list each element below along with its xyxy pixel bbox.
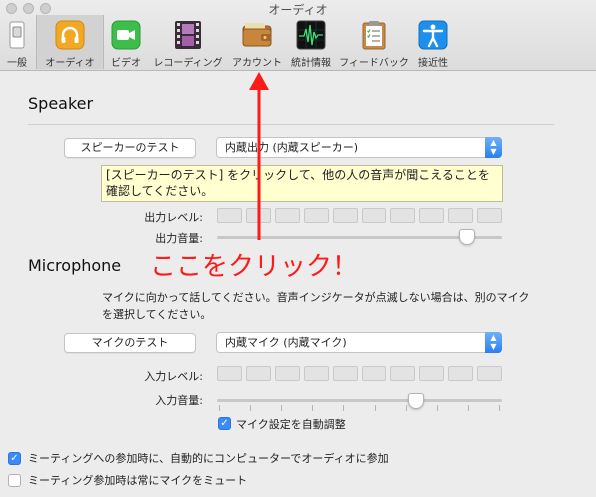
tab-label: オーディオ	[45, 58, 95, 69]
auto-adjust-checkbox[interactable]: ✓	[218, 417, 231, 430]
accessibility-icon	[417, 19, 449, 51]
clipboard-icon	[358, 19, 390, 51]
tab-statistics[interactable]: 統計情報	[288, 15, 334, 69]
tab-account[interactable]: アカウント	[228, 15, 286, 69]
tab-accessibility[interactable]: 接近性	[414, 15, 452, 69]
tab-label: レコーディング	[153, 58, 223, 69]
input-volume-ticks	[219, 405, 500, 411]
tab-label: フィードバック	[339, 58, 409, 69]
tab-label: ビデオ	[111, 58, 141, 69]
speaker-test-button[interactable]: スピーカーのテスト	[64, 138, 196, 158]
tab-audio[interactable]: オーディオ	[36, 15, 104, 69]
chevron-up-down-icon: ▲ ▼	[485, 137, 502, 158]
stats-graph-icon	[295, 19, 327, 51]
tab-general[interactable]: 一般	[0, 15, 34, 69]
tab-label: 統計情報	[291, 58, 331, 69]
speaker-heading: Speaker	[28, 94, 94, 113]
tab-label: 一般	[7, 58, 27, 69]
input-level-meter	[217, 366, 503, 381]
microphone-heading: Microphone	[28, 256, 122, 275]
window-toolbar: オーディオ 一般 オーディオ ビデオ レコーディング アカウント 統計情報 フィ…	[0, 0, 596, 71]
video-camera-icon	[110, 19, 142, 51]
speaker-device-value: 内蔵出力 (内蔵スピーカー)	[225, 141, 359, 154]
join-audio-label: ミーティングへの参加時に、自動的にコンピューターでオーディオに参加	[28, 452, 389, 465]
tab-label: 接近性	[418, 58, 448, 69]
microphone-device-select[interactable]: 内蔵マイク (内蔵マイク) ▲ ▼	[216, 332, 502, 353]
microphone-device-value: 内蔵マイク (内蔵マイク)	[225, 336, 347, 349]
speaker-test-tooltip: [スピーカーのテスト] をクリックして、他の人の音声が聞こえることを確認してくだ…	[101, 165, 503, 202]
join-audio-checkbox[interactable]: ✓	[8, 452, 21, 465]
microphone-description: マイクに向かって話してください。音声インジケータが点滅しない場合は、別のマイクを…	[102, 291, 530, 321]
output-volume-label: 出力音量:	[155, 232, 203, 245]
switch-icon	[1, 19, 33, 51]
tab-feedback[interactable]: フィードバック	[336, 15, 412, 69]
headphones-icon	[54, 19, 86, 51]
tab-video[interactable]: ビデオ	[106, 15, 146, 69]
output-volume-slider[interactable]	[459, 229, 476, 245]
input-volume-slider[interactable]	[407, 393, 424, 409]
tab-recording[interactable]: レコーディング	[148, 15, 228, 69]
annotation-arrow	[249, 72, 269, 240]
mute-mic-label: ミーティング参加時は常にマイクをミュート	[28, 474, 248, 487]
tab-label: アカウント	[232, 58, 282, 69]
chevron-up-down-icon: ▲ ▼	[485, 332, 502, 353]
input-volume-label: 入力音量:	[155, 394, 203, 407]
microphone-test-button[interactable]: マイクのテスト	[64, 333, 196, 353]
input-volume-track	[217, 399, 502, 402]
divider	[28, 124, 554, 125]
annotation-text: ここをクリック！	[150, 252, 359, 282]
auto-adjust-label: マイク設定を自動調整	[236, 418, 346, 431]
mute-mic-checkbox[interactable]	[8, 474, 21, 487]
output-level-label: 出力レベル:	[144, 211, 203, 224]
wallet-icon	[241, 19, 273, 51]
film-strip-icon	[172, 19, 204, 51]
input-level-label: 入力レベル:	[144, 370, 203, 383]
